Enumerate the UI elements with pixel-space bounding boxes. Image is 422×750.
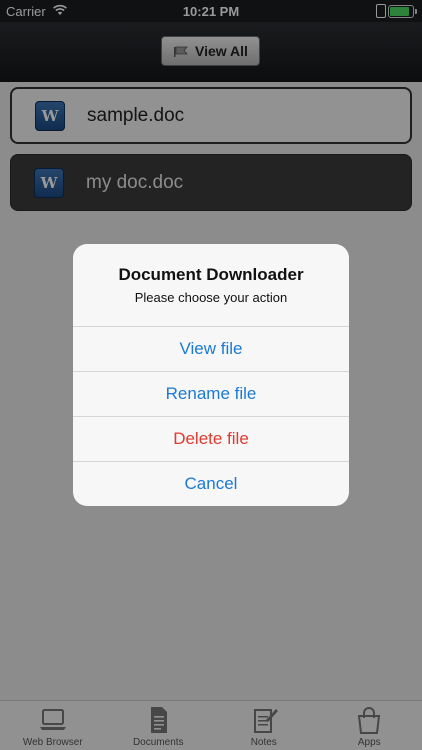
delete-file-button[interactable]: Delete file bbox=[73, 416, 349, 461]
rename-file-button[interactable]: Rename file bbox=[73, 371, 349, 416]
action-dialog: Document Downloader Please choose your a… bbox=[73, 244, 349, 506]
dialog-message: Please choose your action bbox=[134, 290, 288, 305]
dialog-title: Document Downloader bbox=[118, 265, 304, 284]
view-file-button[interactable]: View file bbox=[73, 326, 349, 371]
cancel-button[interactable]: Cancel bbox=[73, 461, 349, 506]
app-screen: Carrier 10:21 PM View All W sample.doc W… bbox=[0, 0, 422, 750]
